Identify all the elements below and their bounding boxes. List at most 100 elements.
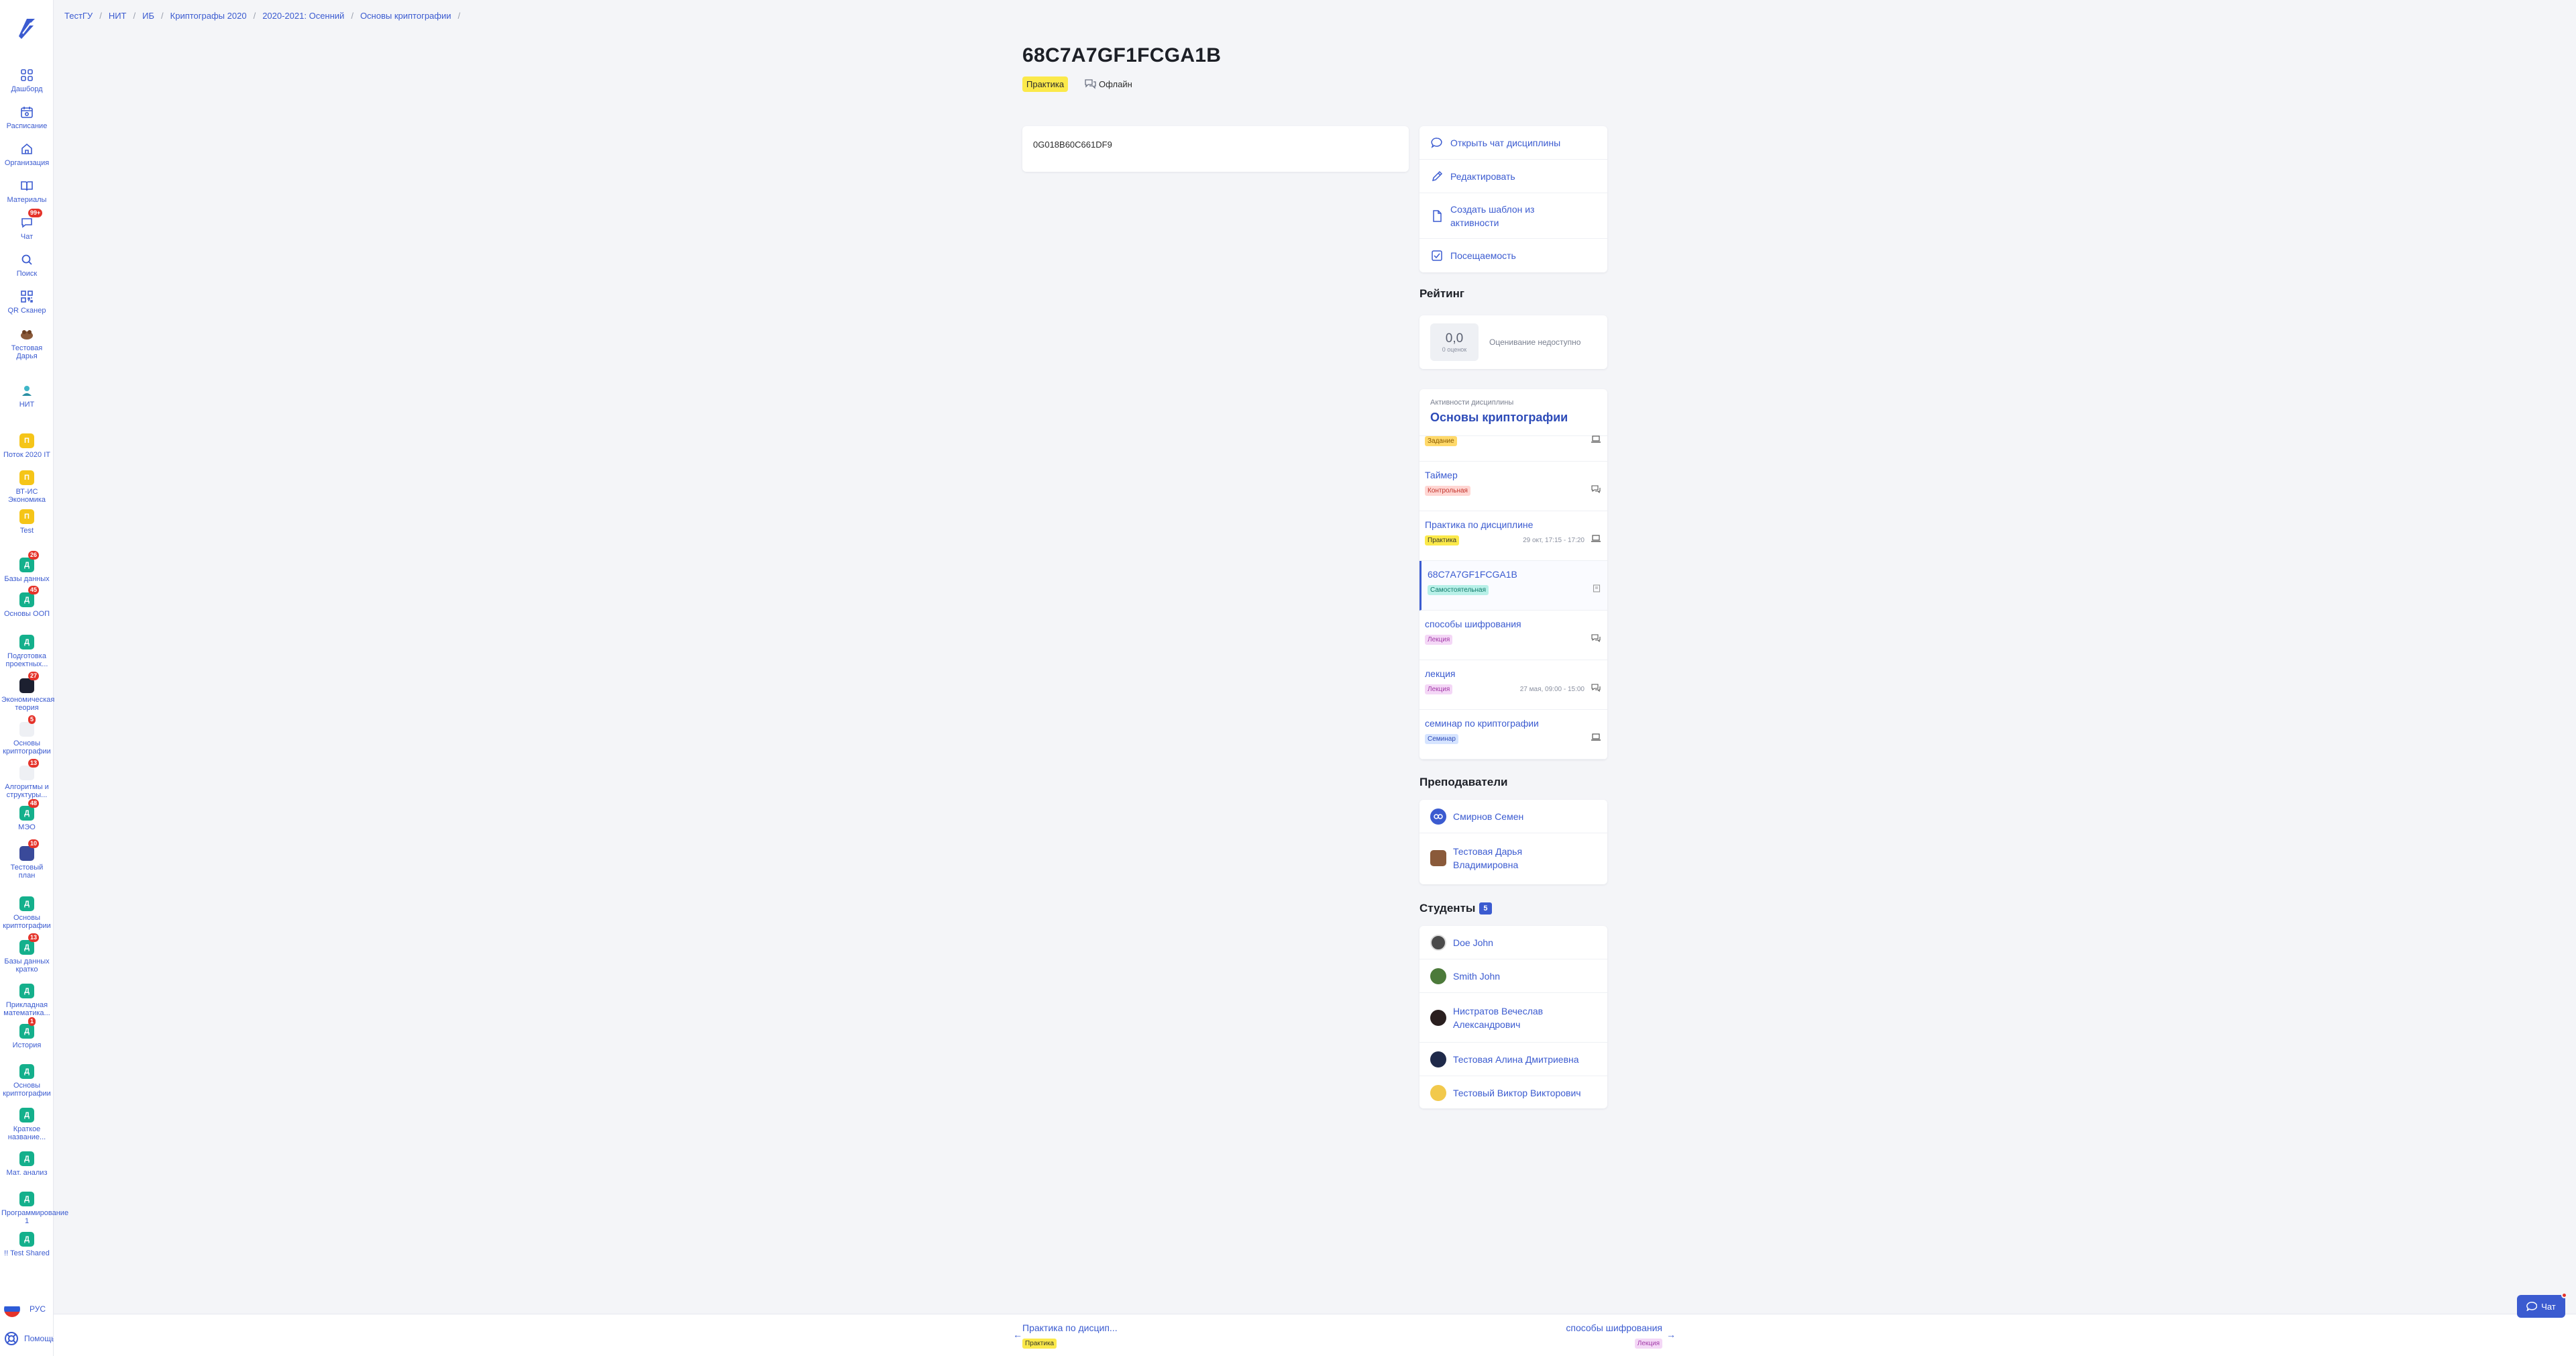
breadcrumb-item[interactable]: Криптографы 2020 bbox=[170, 11, 247, 21]
group-avatar: П bbox=[19, 433, 35, 449]
student-item[interactable]: Doe John bbox=[1419, 926, 1607, 959]
sidebar-group-item[interactable]: Д Краткое название... bbox=[0, 1107, 54, 1141]
arrow-right-icon: → bbox=[1666, 1329, 1676, 1340]
activity-list-item[interactable]: Задание bbox=[1419, 412, 1607, 462]
sidebar-group-label: МЭО bbox=[18, 823, 36, 831]
score-value: 0,0 bbox=[1445, 331, 1464, 346]
sidebar-group-label: Программирование 1 bbox=[1, 1209, 69, 1225]
sidebar-group-item[interactable]: Д Основы криптографии bbox=[0, 896, 54, 930]
sidebar-group-item[interactable]: П Поток 2020 IT bbox=[0, 433, 54, 459]
sidebar-item-materials[interactable]: Материалы bbox=[0, 178, 54, 204]
sidebar-group-item[interactable]: П Test bbox=[0, 509, 54, 535]
sidebar-item-schedule[interactable]: Расписание bbox=[0, 104, 54, 130]
breadcrumb-item[interactable]: Основы криптографии bbox=[360, 11, 451, 21]
sidebar-item-dashboard[interactable]: Дашборд bbox=[0, 67, 54, 93]
group-avatar: Д bbox=[19, 634, 35, 650]
student-item[interactable]: Тестовая Алина Дмитриевна bbox=[1419, 1043, 1607, 1076]
previous-activity-link[interactable]: ← Практика по дисцип... Практика bbox=[1013, 1322, 1118, 1349]
student-item[interactable]: Нистратов Вечеслав Александрович bbox=[1419, 993, 1607, 1043]
sidebar-item-profile[interactable]: Тестовая Дарья bbox=[0, 326, 54, 360]
sidebar-group-item[interactable]: Д 45 Основы ООП bbox=[0, 586, 54, 618]
chat-icon bbox=[1591, 683, 1601, 695]
sidebar-group-label: Базы данных bbox=[4, 575, 50, 583]
help-button[interactable]: Помощь bbox=[4, 1331, 55, 1346]
sidebar-item-label: Организация bbox=[4, 159, 50, 167]
open-chat-button[interactable]: Открыть чат дисциплины bbox=[1419, 126, 1607, 160]
breadcrumb-separator: / bbox=[161, 11, 164, 21]
sidebar-item-qr-scanner[interactable]: QR Сканер bbox=[0, 289, 54, 315]
actions-panel: Открыть чат дисциплины Редактировать Соз… bbox=[1419, 126, 1607, 272]
language-switcher[interactable]: РУС bbox=[4, 1301, 46, 1317]
sidebar-group-item[interactable]: Д Основы криптографии bbox=[0, 1063, 54, 1098]
next-activity-link[interactable]: способы шифрования Лекция → bbox=[1488, 1322, 1676, 1349]
create-template-button[interactable]: Создать шаблон из активности bbox=[1419, 193, 1607, 239]
sidebar-group-item[interactable]: Д Программирование 1 bbox=[0, 1191, 69, 1225]
group-avatar: Д 48 bbox=[19, 799, 40, 821]
unread-badge: 13 bbox=[28, 759, 40, 768]
sidebar-group-item[interactable]: П ВТ-ИС Экономика bbox=[0, 470, 54, 504]
teachers-heading: Преподаватели bbox=[1419, 776, 1507, 789]
next-activity-tag: Лекция bbox=[1634, 1339, 1662, 1349]
activity-list-item[interactable]: семинар по криптографии Семинар bbox=[1419, 710, 1607, 760]
breadcrumb-item[interactable]: ТестГУ bbox=[64, 11, 93, 21]
language-label: РУС bbox=[30, 1304, 46, 1314]
sidebar-group-item[interactable]: Д !! Test Shared bbox=[0, 1231, 54, 1257]
students-heading: Студенты 5 bbox=[1419, 902, 1492, 915]
sidebar-group-item[interactable]: Д 48 МЭО bbox=[0, 799, 54, 831]
sidebar-item-label: QR Сканер bbox=[7, 307, 46, 315]
sidebar-group-item[interactable]: 27 Экономическая теория bbox=[0, 672, 54, 712]
activity-list-item[interactable]: 68C7A7GF1FCGA1B Самостоятельная bbox=[1419, 561, 1607, 611]
floating-chat-button[interactable]: Чат bbox=[2517, 1292, 2567, 1318]
sidebar-group-item[interactable]: 5 Основы криптографии bbox=[0, 715, 54, 755]
attendance-button[interactable]: Посещаемость bbox=[1419, 239, 1607, 272]
activity-list-item[interactable]: Практика по дисциплине Практика 29 окт, 17… bbox=[1419, 511, 1607, 561]
avatar bbox=[1430, 1085, 1446, 1101]
group-avatar: Д 45 bbox=[19, 586, 40, 608]
teacher-item[interactable]: Смирнов Семен bbox=[1419, 800, 1607, 833]
group-avatar: Д bbox=[19, 1063, 35, 1080]
rating-title: Рейтинг bbox=[1419, 287, 1464, 300]
student-item[interactable]: Тестовый Виктор Викторович bbox=[1419, 1076, 1607, 1110]
breadcrumb-item[interactable]: 2020-2021: Осенний bbox=[262, 11, 344, 21]
sidebar-item-search[interactable]: Поиск bbox=[0, 252, 54, 278]
activity-list-item[interactable]: Таймер Контрольная bbox=[1419, 462, 1607, 511]
breadcrumb-item[interactable]: НИТ bbox=[109, 11, 127, 21]
students-count-badge: 5 bbox=[1479, 902, 1492, 915]
sidebar-group-item[interactable]: Д 1 История bbox=[0, 1017, 54, 1049]
activity-list-item[interactable]: лекция Лекция 27 мая, 09:00 - 15:00 bbox=[1419, 660, 1607, 710]
pencil-icon bbox=[1432, 170, 1443, 181]
sidebar-group-item[interactable]: Д Мат. анализ bbox=[0, 1151, 54, 1177]
sidebar-group-item[interactable]: 10 Тестовый план bbox=[0, 839, 54, 880]
group-letter: Д bbox=[19, 806, 34, 821]
group-letter bbox=[19, 846, 34, 861]
activity-type-tag: Контрольная bbox=[1425, 486, 1470, 496]
edit-button[interactable]: Редактировать bbox=[1419, 160, 1607, 193]
teacher-item[interactable]: Тестовая Дарья Владимировна bbox=[1419, 833, 1607, 883]
activity-time: 29 окт, 17:15 - 17:20 bbox=[1523, 537, 1585, 544]
group-avatar: 10 bbox=[19, 839, 40, 862]
score-count: 0 оценок bbox=[1442, 346, 1467, 353]
app-logo-icon[interactable] bbox=[13, 13, 40, 43]
group-avatar: Д bbox=[19, 1231, 35, 1247]
chat-bubble-icon bbox=[1431, 137, 1442, 148]
lifebuoy-icon bbox=[5, 1332, 18, 1345]
sidebar-group-item[interactable]: 13 Алгоритмы и структуры... bbox=[0, 759, 54, 799]
teacher-name: Смирнов Семен bbox=[1453, 811, 1524, 822]
sidebar-item-org[interactable]: НИТ bbox=[0, 382, 54, 409]
sidebar-group-item[interactable]: Д 26 Базы данных bbox=[0, 551, 54, 583]
sidebar-item-label: Тестовая Дарья bbox=[11, 344, 43, 360]
sidebar-group-label: Базы данных кратко bbox=[4, 957, 50, 974]
sidebar-item-chat[interactable]: 99+ Чат bbox=[0, 209, 54, 241]
student-name: Doe John bbox=[1453, 937, 1493, 948]
sidebar-group-item[interactable]: Д Подготовка проектных... bbox=[0, 634, 54, 668]
breadcrumb-item[interactable]: ИБ bbox=[142, 11, 154, 21]
group-avatar: Д bbox=[19, 896, 35, 912]
sidebar-group-item[interactable]: Д Прикладная математика... bbox=[0, 983, 54, 1017]
sidebar-item-label: Поиск bbox=[16, 270, 38, 278]
student-item[interactable]: Smith John bbox=[1419, 959, 1607, 993]
activity-list-item[interactable]: способы шифрования Лекция bbox=[1419, 611, 1607, 660]
sidebar-item-organization[interactable]: Организация bbox=[0, 141, 54, 167]
student-name: Тестовая Алина Дмитриевна bbox=[1453, 1053, 1579, 1065]
checkbox-icon bbox=[1432, 250, 1442, 261]
sidebar-group-item[interactable]: Д 13 Базы данных кратко bbox=[0, 933, 54, 974]
